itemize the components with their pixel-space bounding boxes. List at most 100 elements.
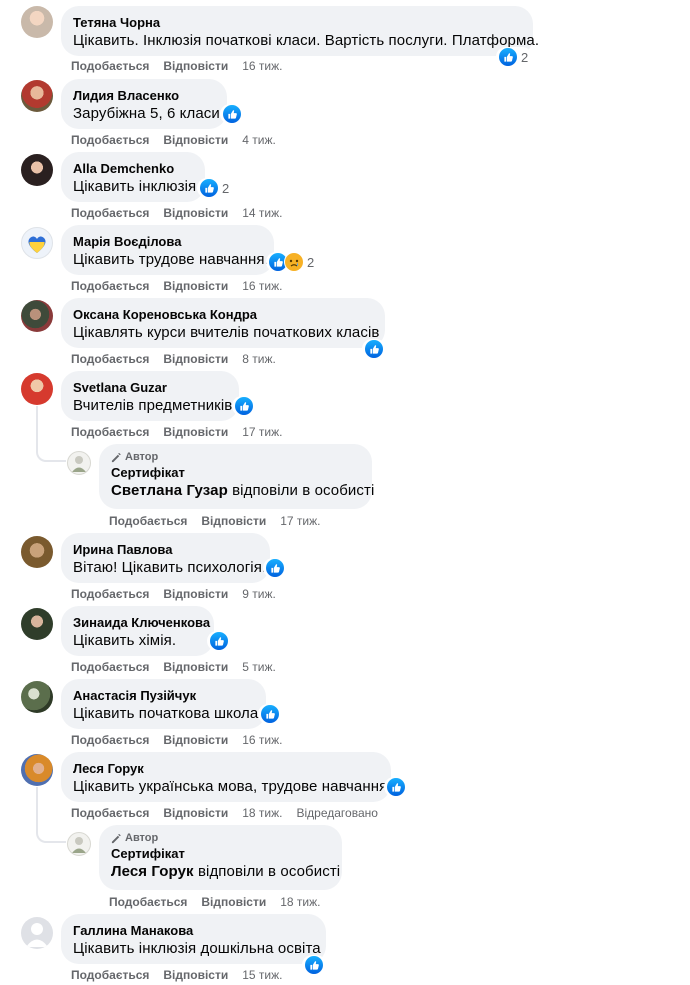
commenter-name[interactable]: Галлина Манакова — [73, 922, 314, 939]
avatar[interactable] — [21, 917, 53, 949]
commenter-name[interactable]: Сертифікат — [111, 845, 330, 862]
comment-bubble: Оксана Кореновська Кондра Цікавлять курс… — [61, 298, 385, 348]
timestamp[interactable]: 18 тиж. — [280, 895, 320, 909]
reply-button[interactable]: Відповісти — [163, 59, 228, 73]
avatar[interactable] — [67, 832, 91, 856]
commenter-name[interactable]: Марія Воєділова — [73, 233, 262, 250]
commenter-name[interactable]: Ирина Павлова — [73, 541, 258, 558]
like-button[interactable]: Подобається — [71, 59, 149, 73]
commenter-name[interactable]: Леся Горук — [73, 760, 379, 777]
like-icon — [209, 631, 229, 651]
like-button[interactable]: Подобається — [71, 733, 149, 747]
reaction-summary[interactable] — [220, 104, 244, 124]
commenter-name[interactable]: Зинаида Ключенкова — [73, 614, 210, 631]
timestamp[interactable]: 4 тиж. — [242, 133, 276, 147]
avatar[interactable] — [21, 80, 53, 112]
commenter-name[interactable]: Анастасія Пузійчук — [73, 687, 254, 704]
like-button[interactable]: Подобається — [71, 587, 149, 601]
reaction-summary[interactable] — [362, 339, 386, 359]
like-button[interactable]: Подобається — [71, 133, 149, 147]
edited-label[interactable]: Відредаговано — [296, 806, 377, 820]
avatar[interactable] — [21, 681, 53, 713]
like-button[interactable]: Подобається — [71, 425, 149, 439]
reply-button[interactable]: Відповісти — [163, 806, 228, 820]
avatar[interactable] — [21, 608, 53, 640]
comment-bubble: Леся Горук Цікавить українська мова, тру… — [61, 752, 391, 802]
reaction-summary[interactable] — [207, 631, 231, 651]
comment-text: Цікавить українська мова, трудове навчан… — [73, 778, 388, 795]
comment-bubble: Лидия Власенко Зарубіжна 5, 6 класи. — [61, 79, 227, 129]
commenter-name[interactable]: Svetlana Guzar — [73, 379, 227, 396]
commenter-name[interactable]: Alla Demchenko — [73, 160, 193, 177]
avatar[interactable] — [21, 300, 53, 332]
timestamp[interactable]: 5 тиж. — [242, 660, 276, 674]
comment-actions: Подобається Відповісти 16 тиж. — [71, 278, 296, 294]
reaction-summary[interactable]: 2 — [266, 252, 319, 272]
mention-link[interactable]: Леся Горук — [111, 863, 194, 880]
reaction-summary[interactable] — [263, 558, 287, 578]
timestamp[interactable]: 17 тиж. — [242, 425, 282, 439]
reply-button[interactable]: Відповісти — [163, 352, 228, 366]
reply-button[interactable]: Відповісти — [163, 733, 228, 747]
sad-emoji-icon — [284, 252, 304, 272]
author-badge: Автор — [111, 831, 330, 845]
reaction-summary[interactable] — [258, 704, 282, 724]
page-logo-icon — [72, 456, 86, 472]
timestamp[interactable]: 15 тиж. — [242, 968, 282, 982]
timestamp[interactable]: 16 тиж. — [242, 279, 282, 293]
avatar[interactable] — [21, 373, 53, 405]
comment-text: Вітаю! Цікавить психологія. — [73, 559, 267, 576]
commenter-name[interactable]: Тетяна Чорна — [73, 14, 521, 31]
reply-button[interactable]: Відповісти — [163, 660, 228, 674]
like-button[interactable]: Подобається — [71, 660, 149, 674]
reply-text-body: відповіли в особисті — [193, 863, 341, 880]
commenter-name[interactable]: Оксана Кореновська Кондра — [73, 306, 373, 323]
avatar[interactable] — [21, 754, 53, 786]
comment-text: Цікавить інклюзія — [73, 178, 197, 195]
timestamp[interactable]: 14 тиж. — [242, 206, 282, 220]
reply-button[interactable]: Відповісти — [163, 968, 228, 982]
timestamp[interactable]: 16 тиж. — [242, 733, 282, 747]
commenter-name[interactable]: Лидия Власенко — [73, 87, 215, 104]
author-label: Автор — [125, 832, 159, 844]
like-button[interactable]: Подобається — [71, 352, 149, 366]
reaction-summary[interactable] — [232, 396, 256, 416]
timestamp[interactable]: 9 тиж. — [242, 587, 276, 601]
timestamp[interactable]: 17 тиж. — [280, 514, 320, 528]
reaction-summary[interactable]: 2 — [197, 178, 234, 198]
avatar[interactable] — [21, 154, 53, 186]
reply-button[interactable]: Відповісти — [163, 425, 228, 439]
page-logo-icon — [72, 837, 86, 853]
timestamp[interactable]: 8 тиж. — [242, 352, 276, 366]
comment-text: Цікавлять курси вчителів початкових клас… — [73, 324, 380, 341]
like-button[interactable]: Подобається — [71, 806, 149, 820]
like-button[interactable]: Подобається — [71, 206, 149, 220]
reply-text: Леся Горук відповіли в особисті — [111, 862, 340, 882]
avatar[interactable] — [21, 6, 53, 38]
reaction-summary[interactable] — [384, 777, 408, 797]
timestamp[interactable]: 16 тиж. — [242, 59, 282, 73]
reply-button[interactable]: Відповісти — [163, 206, 228, 220]
reply-button[interactable]: Відповісти — [201, 514, 266, 528]
reply-button[interactable]: Відповісти — [163, 279, 228, 293]
avatar[interactable] — [21, 536, 53, 568]
mention-link[interactable]: Светлана Гузар — [111, 482, 228, 499]
commenter-name[interactable]: Сертифікат — [111, 464, 360, 481]
comment-actions: Подобається Відповісти 4 тиж. — [71, 132, 290, 148]
comment-text: Цікавить трудове навчання. — [73, 251, 269, 268]
like-button[interactable]: Подобається — [109, 514, 187, 528]
timestamp[interactable]: 18 тиж. — [242, 806, 282, 820]
reply-button[interactable]: Відповісти — [201, 895, 266, 909]
reaction-summary[interactable]: 2 — [496, 47, 533, 67]
like-button[interactable]: Подобається — [71, 279, 149, 293]
comment-text: Цікавить. Інклюзія початкові класи. Варт… — [73, 32, 540, 49]
avatar[interactable] — [67, 451, 91, 475]
like-button[interactable]: Подобається — [109, 895, 187, 909]
reaction-summary[interactable] — [302, 955, 326, 975]
like-button[interactable]: Подобається — [71, 968, 149, 982]
reply-button[interactable]: Відповісти — [163, 587, 228, 601]
like-icon — [304, 955, 324, 975]
comment-bubble: Тетяна Чорна Цікавить. Інклюзія початков… — [61, 6, 540, 56]
reply-button[interactable]: Відповісти — [163, 133, 228, 147]
avatar[interactable] — [21, 227, 53, 259]
